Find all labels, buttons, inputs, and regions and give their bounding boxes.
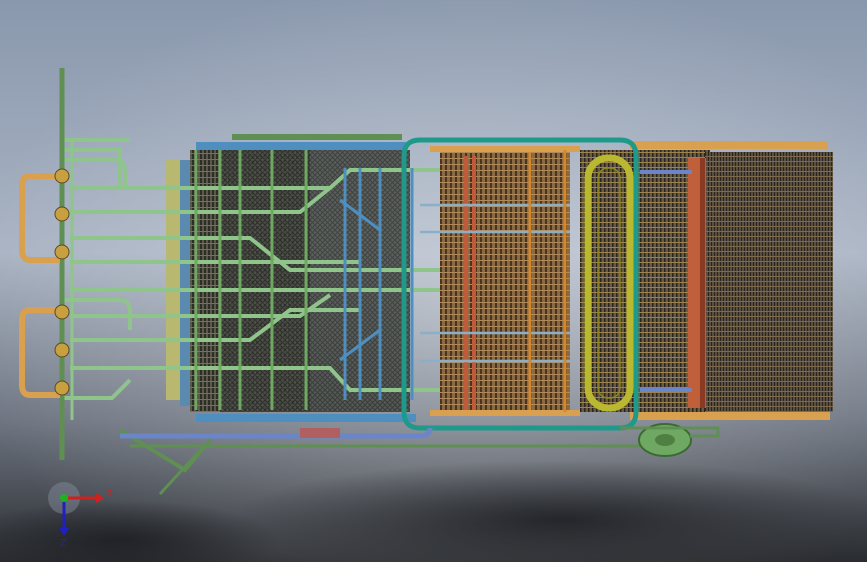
z-axis-label: Z xyxy=(60,538,67,548)
blue-bottom-header xyxy=(196,414,416,422)
tube-bank-brown xyxy=(440,152,570,410)
y-axis-dot xyxy=(60,494,68,502)
valve-1 xyxy=(54,168,70,184)
blue-top-header xyxy=(196,142,406,150)
valve-2 xyxy=(54,206,70,222)
bottom-red-box xyxy=(300,428,340,438)
tube-bank-right xyxy=(705,152,833,412)
valve-6 xyxy=(54,380,70,396)
frame-top-rail-right xyxy=(630,141,828,149)
valve-3 xyxy=(54,244,70,260)
brown-top-header xyxy=(430,146,580,152)
valve-4 xyxy=(54,304,70,320)
brown-bottom-header xyxy=(430,410,580,416)
fan-hub xyxy=(655,434,675,446)
x-axis-arrowhead xyxy=(96,493,104,503)
cad-viewport[interactable]: X Z xyxy=(0,0,867,562)
z-axis-arrowhead xyxy=(59,528,69,536)
left-collector-plate xyxy=(166,160,182,400)
boiler-model-view[interactable] xyxy=(0,0,867,562)
x-axis-label: X xyxy=(106,488,113,499)
frame-bottom-rail xyxy=(630,412,830,420)
coordinate-triad: X Z xyxy=(48,482,113,548)
frame-top-rail xyxy=(232,134,402,140)
rust-column-shade xyxy=(700,158,705,408)
valve-5 xyxy=(54,342,70,358)
